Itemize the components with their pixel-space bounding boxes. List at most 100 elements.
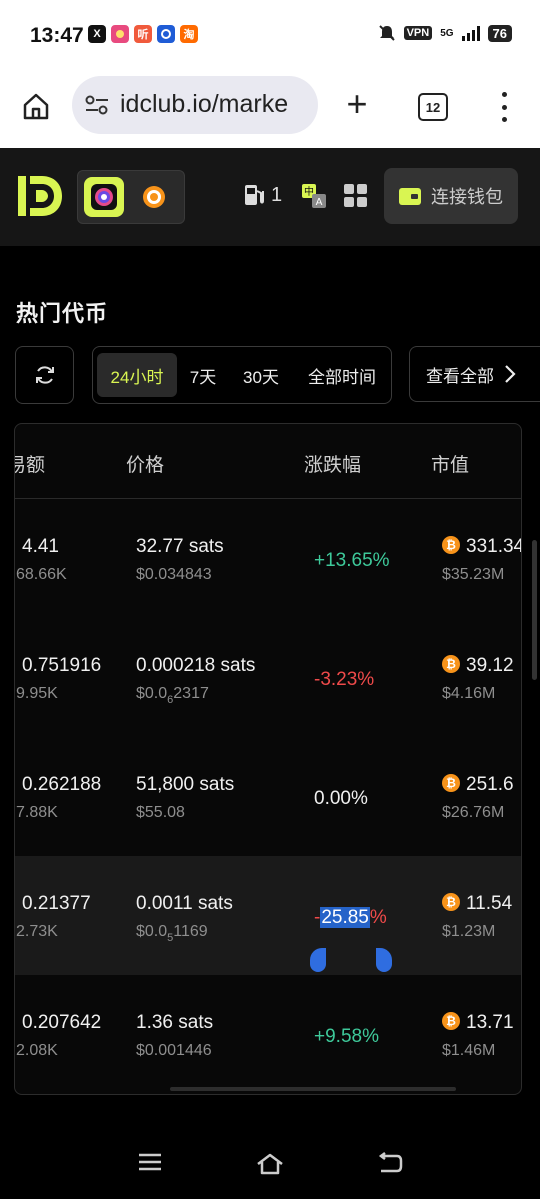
- timeframe-7d[interactable]: 7天: [181, 353, 225, 397]
- new-tab-button[interactable]: +: [340, 86, 374, 122]
- market-cap-usd: $1.46M: [442, 1042, 496, 1059]
- market-cap-usd: $35.23M: [442, 566, 505, 583]
- table-header: 易额 价格 涨跌幅 市值: [15, 424, 521, 499]
- price-value: 51,800 sats: [136, 774, 235, 795]
- change-value: +9.58%: [314, 1026, 379, 1047]
- market-cap-usd: $26.76M: [442, 804, 505, 821]
- change-value: +13.65%: [314, 550, 390, 571]
- tab-switcher-button[interactable]: 12: [418, 93, 448, 121]
- column-market-cap[interactable]: 市值: [431, 450, 469, 477]
- vpn-badge: VPN: [403, 26, 433, 40]
- mute-icon: [378, 25, 395, 41]
- column-volume[interactable]: 易额: [15, 450, 45, 477]
- volume-value: 0.751916: [22, 655, 102, 676]
- site-header: 1 中A 连接钱包: [0, 148, 540, 246]
- refresh-button[interactable]: [15, 346, 74, 404]
- volume-value: 0.207642: [22, 1012, 102, 1033]
- language-button[interactable]: 中A: [301, 183, 327, 214]
- svg-text:A: A: [316, 197, 323, 208]
- volume-value: 4.41: [22, 536, 59, 557]
- market-cap-usd: $4.16M: [442, 685, 496, 702]
- site-settings-icon[interactable]: [84, 94, 110, 116]
- timeframe-selector: 24小时 7天 30天 全部时间: [92, 346, 392, 404]
- table-row[interactable]: 4.41 68.66K 32.77 sats $0.034843 +13.65%…: [15, 499, 521, 618]
- x-app-icon: X: [88, 25, 106, 43]
- connect-wallet-button[interactable]: 连接钱包: [384, 168, 518, 224]
- change-value: -3.23%: [314, 669, 375, 690]
- volume-usd: 2.73K: [16, 923, 58, 940]
- price-usd: $0.034843: [136, 566, 212, 583]
- apps-grid-icon[interactable]: [344, 184, 367, 207]
- price-value: 1.36 sats: [136, 1012, 214, 1033]
- status-bar: 13:47 X 听 淘 VPN 5G 76: [0, 0, 540, 70]
- browser-app-icon: [157, 25, 175, 43]
- horizontal-scrollbar[interactable]: [170, 1087, 456, 1091]
- market-cap-value: ₿ 39.12: [442, 654, 514, 677]
- volume-usd: 9.95K: [16, 685, 58, 702]
- tokens-table[interactable]: 易额 价格 涨跌幅 市值 4.41 68.66K 32.77 sats $0.0…: [14, 423, 522, 1095]
- idclub-logo[interactable]: [16, 172, 64, 225]
- text-selection[interactable]: 25.85: [320, 907, 370, 928]
- column-change[interactable]: 涨跌幅: [304, 450, 361, 477]
- chain-option-active[interactable]: [84, 177, 124, 217]
- gas-indicator[interactable]: 1: [243, 183, 282, 207]
- page-scrollbar[interactable]: [532, 540, 537, 680]
- column-price[interactable]: 价格: [126, 450, 164, 477]
- connect-wallet-label: 连接钱包: [431, 187, 503, 207]
- music-app-icon: 听: [134, 25, 152, 43]
- home-icon: [23, 93, 49, 120]
- table-row[interactable]: 0.207642 2.08K 1.36 sats $0.001446 +9.58…: [15, 975, 521, 1094]
- url-text[interactable]: idclub.io/marke: [120, 90, 310, 119]
- bitcoin-icon: ₿: [442, 773, 460, 792]
- volume-value: 0.262188: [22, 774, 102, 795]
- menu-lines-icon: [139, 1153, 161, 1171]
- bitcoin-icon: ₿: [442, 892, 460, 911]
- timeframe-all[interactable]: 全部时间: [297, 353, 387, 397]
- browser-menu-button[interactable]: [494, 92, 514, 122]
- price-value: 32.77 sats: [136, 536, 224, 557]
- back-icon: [378, 1152, 403, 1173]
- battery-icon: 76: [487, 24, 512, 42]
- table-row-selected[interactable]: 0.21377 2.73K 0.0011 sats $0.051169 -25.…: [15, 856, 521, 975]
- bitcoin-icon: ₿: [442, 654, 460, 673]
- address-bar[interactable]: idclub.io/marke: [72, 76, 318, 134]
- volume-value: 0.21377: [22, 893, 91, 914]
- price-usd: $0.051169: [136, 923, 208, 944]
- price-usd: $55.08: [136, 804, 185, 821]
- system-back-button[interactable]: [377, 1152, 403, 1179]
- table-row[interactable]: 0.262188 7.88K 51,800 sats $55.08 0.00% …: [15, 737, 521, 856]
- selection-handle-end[interactable]: [376, 948, 392, 972]
- market-cap-value: ₿ 251.6: [442, 773, 514, 796]
- view-all-button[interactable]: 查看全部: [409, 346, 540, 402]
- market-cap-usd: $1.23M: [442, 923, 496, 940]
- ordinals-icon: [143, 186, 165, 208]
- market-cap-value: ₿ 13.71: [442, 1011, 514, 1034]
- volume-usd: 2.08K: [16, 1042, 58, 1059]
- system-home-button[interactable]: [256, 1153, 284, 1180]
- chevron-right-icon: [505, 365, 516, 383]
- system-nav-bar: [0, 1130, 540, 1199]
- view-all-label: 查看全部: [426, 366, 494, 386]
- gas-pump-icon: [245, 185, 264, 205]
- chain-logo-icon: [91, 184, 117, 210]
- timeframe-24h[interactable]: 24小时: [97, 353, 177, 397]
- bitcoin-icon: ₿: [442, 535, 460, 554]
- table-row[interactable]: 0.751916 9.95K 0.000218 sats $0.062317 -…: [15, 618, 521, 737]
- wallet-icon: [399, 187, 421, 205]
- change-value-selected[interactable]: -25.85%: [314, 907, 387, 929]
- bitcoin-icon: ₿: [442, 1011, 460, 1030]
- chain-option-ordinals[interactable]: [142, 185, 166, 209]
- taobao-app-icon: 淘: [180, 25, 198, 43]
- system-indicators: VPN 5G 76: [378, 24, 512, 42]
- game-app-icon: [111, 25, 129, 43]
- network-label: 5G: [440, 27, 454, 39]
- refresh-icon: [35, 366, 54, 384]
- recent-apps-button[interactable]: [138, 1152, 162, 1177]
- section-title: 热门代币: [16, 301, 109, 326]
- status-time: 13:47: [30, 24, 84, 47]
- timeframe-30d[interactable]: 30天: [233, 353, 289, 397]
- browser-home-button[interactable]: [18, 88, 54, 124]
- selection-handle-start[interactable]: [310, 948, 326, 972]
- browser-toolbar: idclub.io/marke + 12: [0, 70, 540, 148]
- price-usd: $0.062317: [136, 685, 209, 706]
